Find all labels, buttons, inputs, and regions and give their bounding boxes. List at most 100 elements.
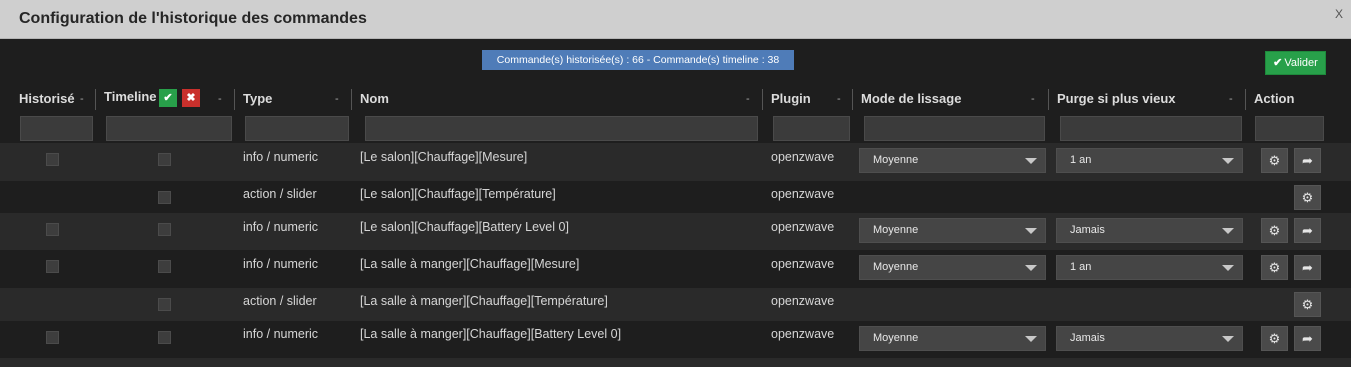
gears-icon[interactable]: ⚙ bbox=[1294, 185, 1321, 210]
smoothing-mode-value: Moyenne bbox=[873, 154, 919, 166]
command-type: info / numeric bbox=[243, 257, 319, 271]
table-row: info / numeric [Le salon][Chauffage][Mes… bbox=[0, 143, 1351, 181]
column-divider bbox=[234, 89, 235, 110]
smoothing-mode-value: Moyenne bbox=[873, 224, 919, 236]
timeline-deselect-all-button[interactable]: ✖ bbox=[182, 89, 200, 107]
sort-indicator[interactable]: - bbox=[746, 93, 750, 105]
smoothing-mode-select[interactable]: Moyenne bbox=[859, 255, 1046, 280]
column-header-plugin[interactable]: Plugin bbox=[771, 91, 811, 106]
smoothing-mode-select[interactable]: Moyenne bbox=[859, 148, 1046, 173]
timeline-select-all-button[interactable]: ✔ bbox=[159, 89, 177, 107]
command-plugin: openzwave bbox=[771, 187, 835, 201]
command-name: [Le salon][Chauffage][Température] bbox=[360, 187, 556, 201]
table-row: action / slider [Le salon][Chauffage][Te… bbox=[0, 181, 1351, 213]
filter-input-action[interactable] bbox=[1255, 116, 1324, 141]
command-plugin: openzwave bbox=[771, 220, 835, 234]
chevron-down-icon bbox=[1025, 158, 1037, 164]
command-type: info / numeric bbox=[243, 220, 319, 234]
timeline-checkbox[interactable] bbox=[158, 191, 171, 204]
column-divider bbox=[351, 89, 352, 110]
gears-icon[interactable]: ⚙ bbox=[1294, 292, 1321, 317]
purge-value: Jamais bbox=[1070, 224, 1105, 236]
sort-indicator[interactable]: - bbox=[1229, 93, 1233, 105]
sort-indicator[interactable]: - bbox=[837, 93, 841, 105]
column-header-action: Action bbox=[1254, 91, 1295, 106]
purge-select[interactable]: 1 an bbox=[1056, 255, 1243, 280]
filter-input-lissage[interactable] bbox=[864, 116, 1045, 141]
share-arrow-icon[interactable]: ➦ bbox=[1294, 148, 1321, 173]
dialog-title: Configuration de l'historique des comman… bbox=[19, 10, 367, 27]
column-divider bbox=[762, 89, 763, 110]
purge-select[interactable]: Jamais bbox=[1056, 218, 1243, 243]
command-plugin: openzwave bbox=[771, 257, 835, 271]
history-stats-badge: Commande(s) historisée(s) : 66 - Command… bbox=[482, 50, 794, 70]
timeline-checkbox[interactable] bbox=[158, 260, 171, 273]
validate-button-label: Valider bbox=[1284, 57, 1318, 69]
filter-input-plugin[interactable] bbox=[773, 116, 850, 141]
chevron-down-icon bbox=[1025, 265, 1037, 271]
sort-indicator[interactable]: - bbox=[335, 93, 339, 105]
column-header-nom[interactable]: Nom bbox=[360, 91, 389, 106]
filter-input-purge[interactable] bbox=[1060, 116, 1242, 141]
historise-checkbox[interactable] bbox=[46, 153, 59, 166]
command-name: [Le salon][Chauffage][Mesure] bbox=[360, 150, 528, 164]
column-divider bbox=[95, 89, 96, 110]
filter-input-historise[interactable] bbox=[20, 116, 93, 141]
chevron-down-icon bbox=[1222, 336, 1234, 342]
command-type: action / slider bbox=[243, 187, 317, 201]
sort-indicator[interactable]: - bbox=[80, 93, 84, 105]
column-header-timeline[interactable]: Timeline bbox=[104, 89, 157, 104]
command-name: [La salle à manger][Chauffage][Mesure] bbox=[360, 257, 580, 271]
timeline-checkbox[interactable] bbox=[158, 331, 171, 344]
table-row bbox=[0, 358, 1351, 367]
table-row: info / numeric [La salle à manger][Chauf… bbox=[0, 250, 1351, 288]
filter-input-type[interactable] bbox=[245, 116, 349, 141]
smoothing-mode-select[interactable]: Moyenne bbox=[859, 218, 1046, 243]
close-button[interactable]: X bbox=[1335, 7, 1343, 21]
column-header-purge[interactable]: Purge si plus vieux bbox=[1057, 91, 1176, 106]
column-header-historise[interactable]: Historisé bbox=[19, 91, 75, 106]
purge-value: 1 an bbox=[1070, 154, 1092, 166]
table-row: info / numeric [Le salon][Chauffage][Bat… bbox=[0, 213, 1351, 250]
table-row: info / numeric [La salle à manger][Chauf… bbox=[0, 321, 1351, 358]
timeline-checkbox[interactable] bbox=[158, 298, 171, 311]
chevron-down-icon bbox=[1025, 228, 1037, 234]
column-divider bbox=[1048, 89, 1049, 110]
table-row: action / slider [La salle à manger][Chau… bbox=[0, 288, 1351, 321]
sort-indicator[interactable]: - bbox=[1031, 93, 1035, 105]
chevron-down-icon bbox=[1222, 265, 1234, 271]
command-name: [Le salon][Chauffage][Battery Level 0] bbox=[360, 220, 569, 234]
filter-input-nom[interactable] bbox=[365, 116, 758, 141]
check-icon: ✔ bbox=[1273, 57, 1283, 69]
filter-input-timeline[interactable] bbox=[106, 116, 232, 141]
historise-checkbox[interactable] bbox=[46, 260, 59, 273]
column-header-lissage[interactable]: Mode de lissage bbox=[861, 91, 961, 106]
historise-checkbox[interactable] bbox=[46, 331, 59, 344]
sort-indicator[interactable]: - bbox=[218, 93, 222, 105]
smoothing-mode-value: Moyenne bbox=[873, 261, 919, 273]
validate-button[interactable]: ✔ Valider bbox=[1265, 51, 1326, 75]
command-type: info / numeric bbox=[243, 327, 319, 341]
dialog-titlebar: Configuration de l'historique des comman… bbox=[0, 0, 1351, 39]
purge-select[interactable]: Jamais bbox=[1056, 326, 1243, 351]
gears-icon[interactable]: ⚙ bbox=[1261, 148, 1288, 173]
column-divider bbox=[852, 89, 853, 110]
purge-select[interactable]: 1 an bbox=[1056, 148, 1243, 173]
gears-icon[interactable]: ⚙ bbox=[1261, 255, 1288, 280]
share-arrow-icon[interactable]: ➦ bbox=[1294, 255, 1321, 280]
command-type: info / numeric bbox=[243, 150, 319, 164]
smoothing-mode-value: Moyenne bbox=[873, 332, 919, 344]
column-divider bbox=[1245, 89, 1246, 110]
command-plugin: openzwave bbox=[771, 294, 835, 308]
historise-checkbox[interactable] bbox=[46, 223, 59, 236]
smoothing-mode-select[interactable]: Moyenne bbox=[859, 326, 1046, 351]
timeline-checkbox[interactable] bbox=[158, 223, 171, 236]
column-header-type[interactable]: Type bbox=[243, 91, 272, 106]
timeline-checkbox[interactable] bbox=[158, 153, 171, 166]
share-arrow-icon[interactable]: ➦ bbox=[1294, 326, 1321, 351]
gears-icon[interactable]: ⚙ bbox=[1261, 326, 1288, 351]
gears-icon[interactable]: ⚙ bbox=[1261, 218, 1288, 243]
chevron-down-icon bbox=[1222, 158, 1234, 164]
share-arrow-icon[interactable]: ➦ bbox=[1294, 218, 1321, 243]
purge-value: 1 an bbox=[1070, 261, 1092, 273]
